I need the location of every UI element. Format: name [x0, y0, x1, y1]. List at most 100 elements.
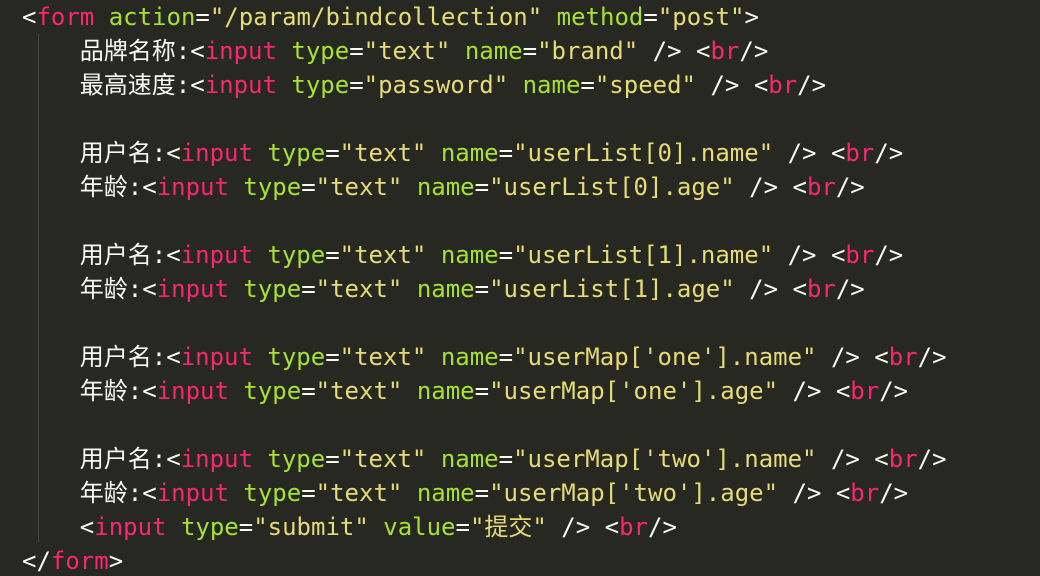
attribute-name: type: [243, 479, 302, 507]
code-line[interactable]: 年龄:<input type="text" name="userMap['one…: [22, 374, 1040, 408]
code-text: /> <: [816, 343, 889, 371]
tag-name: form: [50, 547, 109, 575]
attribute-name: name: [464, 37, 523, 65]
code-text: =: [301, 479, 316, 507]
attribute-name: type: [267, 139, 326, 167]
attribute-value: "提交": [469, 513, 547, 541]
code-text: =: [498, 139, 514, 167]
code-line[interactable]: 年龄:<input type="text" name="userList[1].…: [22, 272, 1040, 306]
code-text: 年龄:<: [79, 173, 157, 201]
tag-name: input: [180, 343, 253, 371]
attribute-name: name: [440, 445, 499, 473]
code-line[interactable]: 用户名:<input type="text" name="userMap['on…: [22, 340, 1040, 374]
code-line[interactable]: [22, 408, 1040, 442]
attribute-value: "text": [315, 479, 403, 507]
attribute-name: name: [440, 343, 499, 371]
code-line[interactable]: [22, 102, 1040, 136]
code-line[interactable]: 年龄:<input type="text" name="userList[0].…: [22, 170, 1040, 204]
code-text: =: [643, 3, 658, 31]
code-text: >: [744, 3, 759, 31]
attribute-value: "userList[1].age": [489, 275, 735, 303]
code-text: />: [874, 139, 904, 167]
attribute-name: type: [267, 241, 326, 269]
attribute-value: "/param/bindcollection": [209, 3, 543, 31]
code-text: 用户名:<: [79, 343, 181, 371]
code-line[interactable]: <form action="/param/bindcollection" met…: [22, 0, 1040, 34]
attribute-name: type: [243, 173, 302, 201]
code-text: =: [455, 513, 470, 541]
attribute-name: type: [243, 377, 302, 405]
tag-name: br: [806, 275, 836, 303]
attribute-value: "userList[1].name": [513, 241, 774, 269]
tag-name: form: [36, 3, 95, 31]
code-text: 用户名:<: [79, 241, 181, 269]
code-line[interactable]: [22, 204, 1040, 238]
attribute-name: type: [180, 513, 239, 541]
attribute-value: "userMap['two'].age": [489, 479, 779, 507]
code-line[interactable]: 用户名:<input type="text" name="userList[0]…: [22, 136, 1040, 170]
code-text: />: [835, 173, 865, 201]
tag-name: br: [850, 377, 880, 405]
attribute-name: name: [416, 275, 475, 303]
code-text: =: [301, 377, 316, 405]
code-text: />: [797, 71, 827, 99]
tag-name: input: [156, 479, 229, 507]
attribute-name: name: [440, 139, 499, 167]
code-text: =: [301, 173, 316, 201]
attribute-value: "brand": [537, 37, 639, 65]
attribute-value: "text": [339, 241, 427, 269]
code-text: =: [195, 3, 210, 31]
tag-name: br: [619, 513, 649, 541]
code-line[interactable]: <input type="submit" value="提交" /> <br/>: [22, 510, 1040, 544]
code-text: =: [325, 445, 340, 473]
code-text: <: [79, 513, 95, 541]
code-line[interactable]: </form>: [22, 544, 1040, 576]
attribute-value: "text": [315, 275, 403, 303]
code-text: =: [498, 445, 514, 473]
code-text: 用户名:<: [79, 139, 181, 167]
attribute-value: "userList[0].age": [489, 173, 735, 201]
attribute-name: action: [108, 3, 196, 31]
code-text: /> <: [696, 71, 769, 99]
tag-name: br: [888, 343, 918, 371]
tag-name: br: [845, 241, 875, 269]
code-text: =: [474, 275, 490, 303]
code-line[interactable]: 用户名:<input type="text" name="userList[1]…: [22, 238, 1040, 272]
tag-name: input: [204, 71, 277, 99]
attribute-name: type: [243, 275, 302, 303]
code-line[interactable]: 用户名:<input type="text" name="userMap['tw…: [22, 442, 1040, 476]
attribute-name: name: [440, 241, 499, 269]
code-editor[interactable]: <form action="/param/bindcollection" met…: [0, 0, 1040, 576]
code-line[interactable]: 年龄:<input type="text" name="userMap['two…: [22, 476, 1040, 510]
code-line[interactable]: [22, 306, 1040, 340]
code-line[interactable]: 品牌名称:<input type="text" name="brand" /> …: [22, 34, 1040, 68]
code-line[interactable]: 最高速度:<input type="password" name="speed"…: [22, 68, 1040, 102]
attribute-name: type: [267, 445, 326, 473]
code-text: 最高速度:<: [79, 71, 205, 99]
code-area[interactable]: <form action="/param/bindcollection" met…: [22, 0, 1040, 576]
attribute-value: "post": [657, 3, 745, 31]
attribute-name: type: [291, 71, 350, 99]
code-text: />: [879, 377, 909, 405]
attribute-value: "text": [339, 139, 427, 167]
attribute-value: "speed": [594, 71, 697, 99]
attribute-name: type: [267, 343, 326, 371]
attribute-name: name: [416, 479, 475, 507]
